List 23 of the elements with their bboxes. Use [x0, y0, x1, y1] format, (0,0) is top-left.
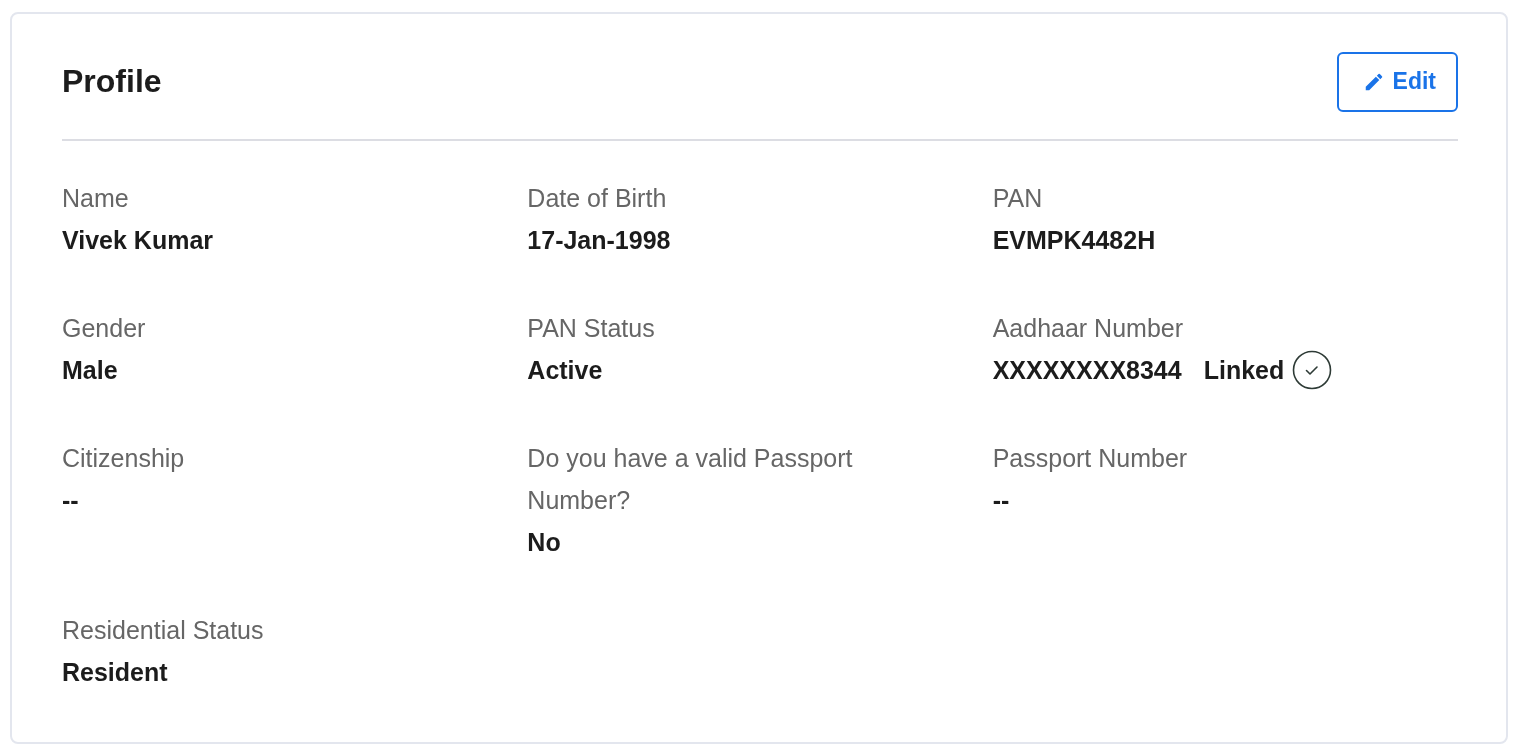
field-value: Resident	[62, 657, 168, 688]
field-label: PAN Status	[527, 313, 656, 344]
card-title: Profile	[62, 62, 162, 101]
field-label: Passport Number	[992, 443, 1189, 474]
field-value: --	[992, 485, 1010, 516]
field-label: PAN	[992, 183, 1044, 214]
field-value: 17-Jan-1998	[527, 225, 671, 256]
field-label: Do you have a valid Passport Number?	[527, 443, 854, 516]
field-value: No	[527, 527, 561, 558]
field-value: --	[62, 485, 79, 516]
link-status: Linked	[1203, 355, 1285, 386]
field-label: Date of Birth	[527, 183, 668, 214]
field-value: Vivek Kumar	[62, 225, 213, 256]
field-value: EVMPK4482H	[992, 225, 1156, 256]
field-label: Aadhaar Number	[992, 313, 1185, 344]
field-value: Male	[62, 355, 118, 386]
field-label: Gender	[62, 313, 147, 344]
field-label: Residential Status	[62, 615, 265, 646]
field-label: Citizenship	[62, 443, 186, 474]
edit-button[interactable]: Edit	[1336, 51, 1458, 112]
field-label: Name	[62, 183, 130, 214]
field-value: Active	[527, 355, 603, 386]
field-value: XXXXXXXX8344	[992, 355, 1182, 386]
